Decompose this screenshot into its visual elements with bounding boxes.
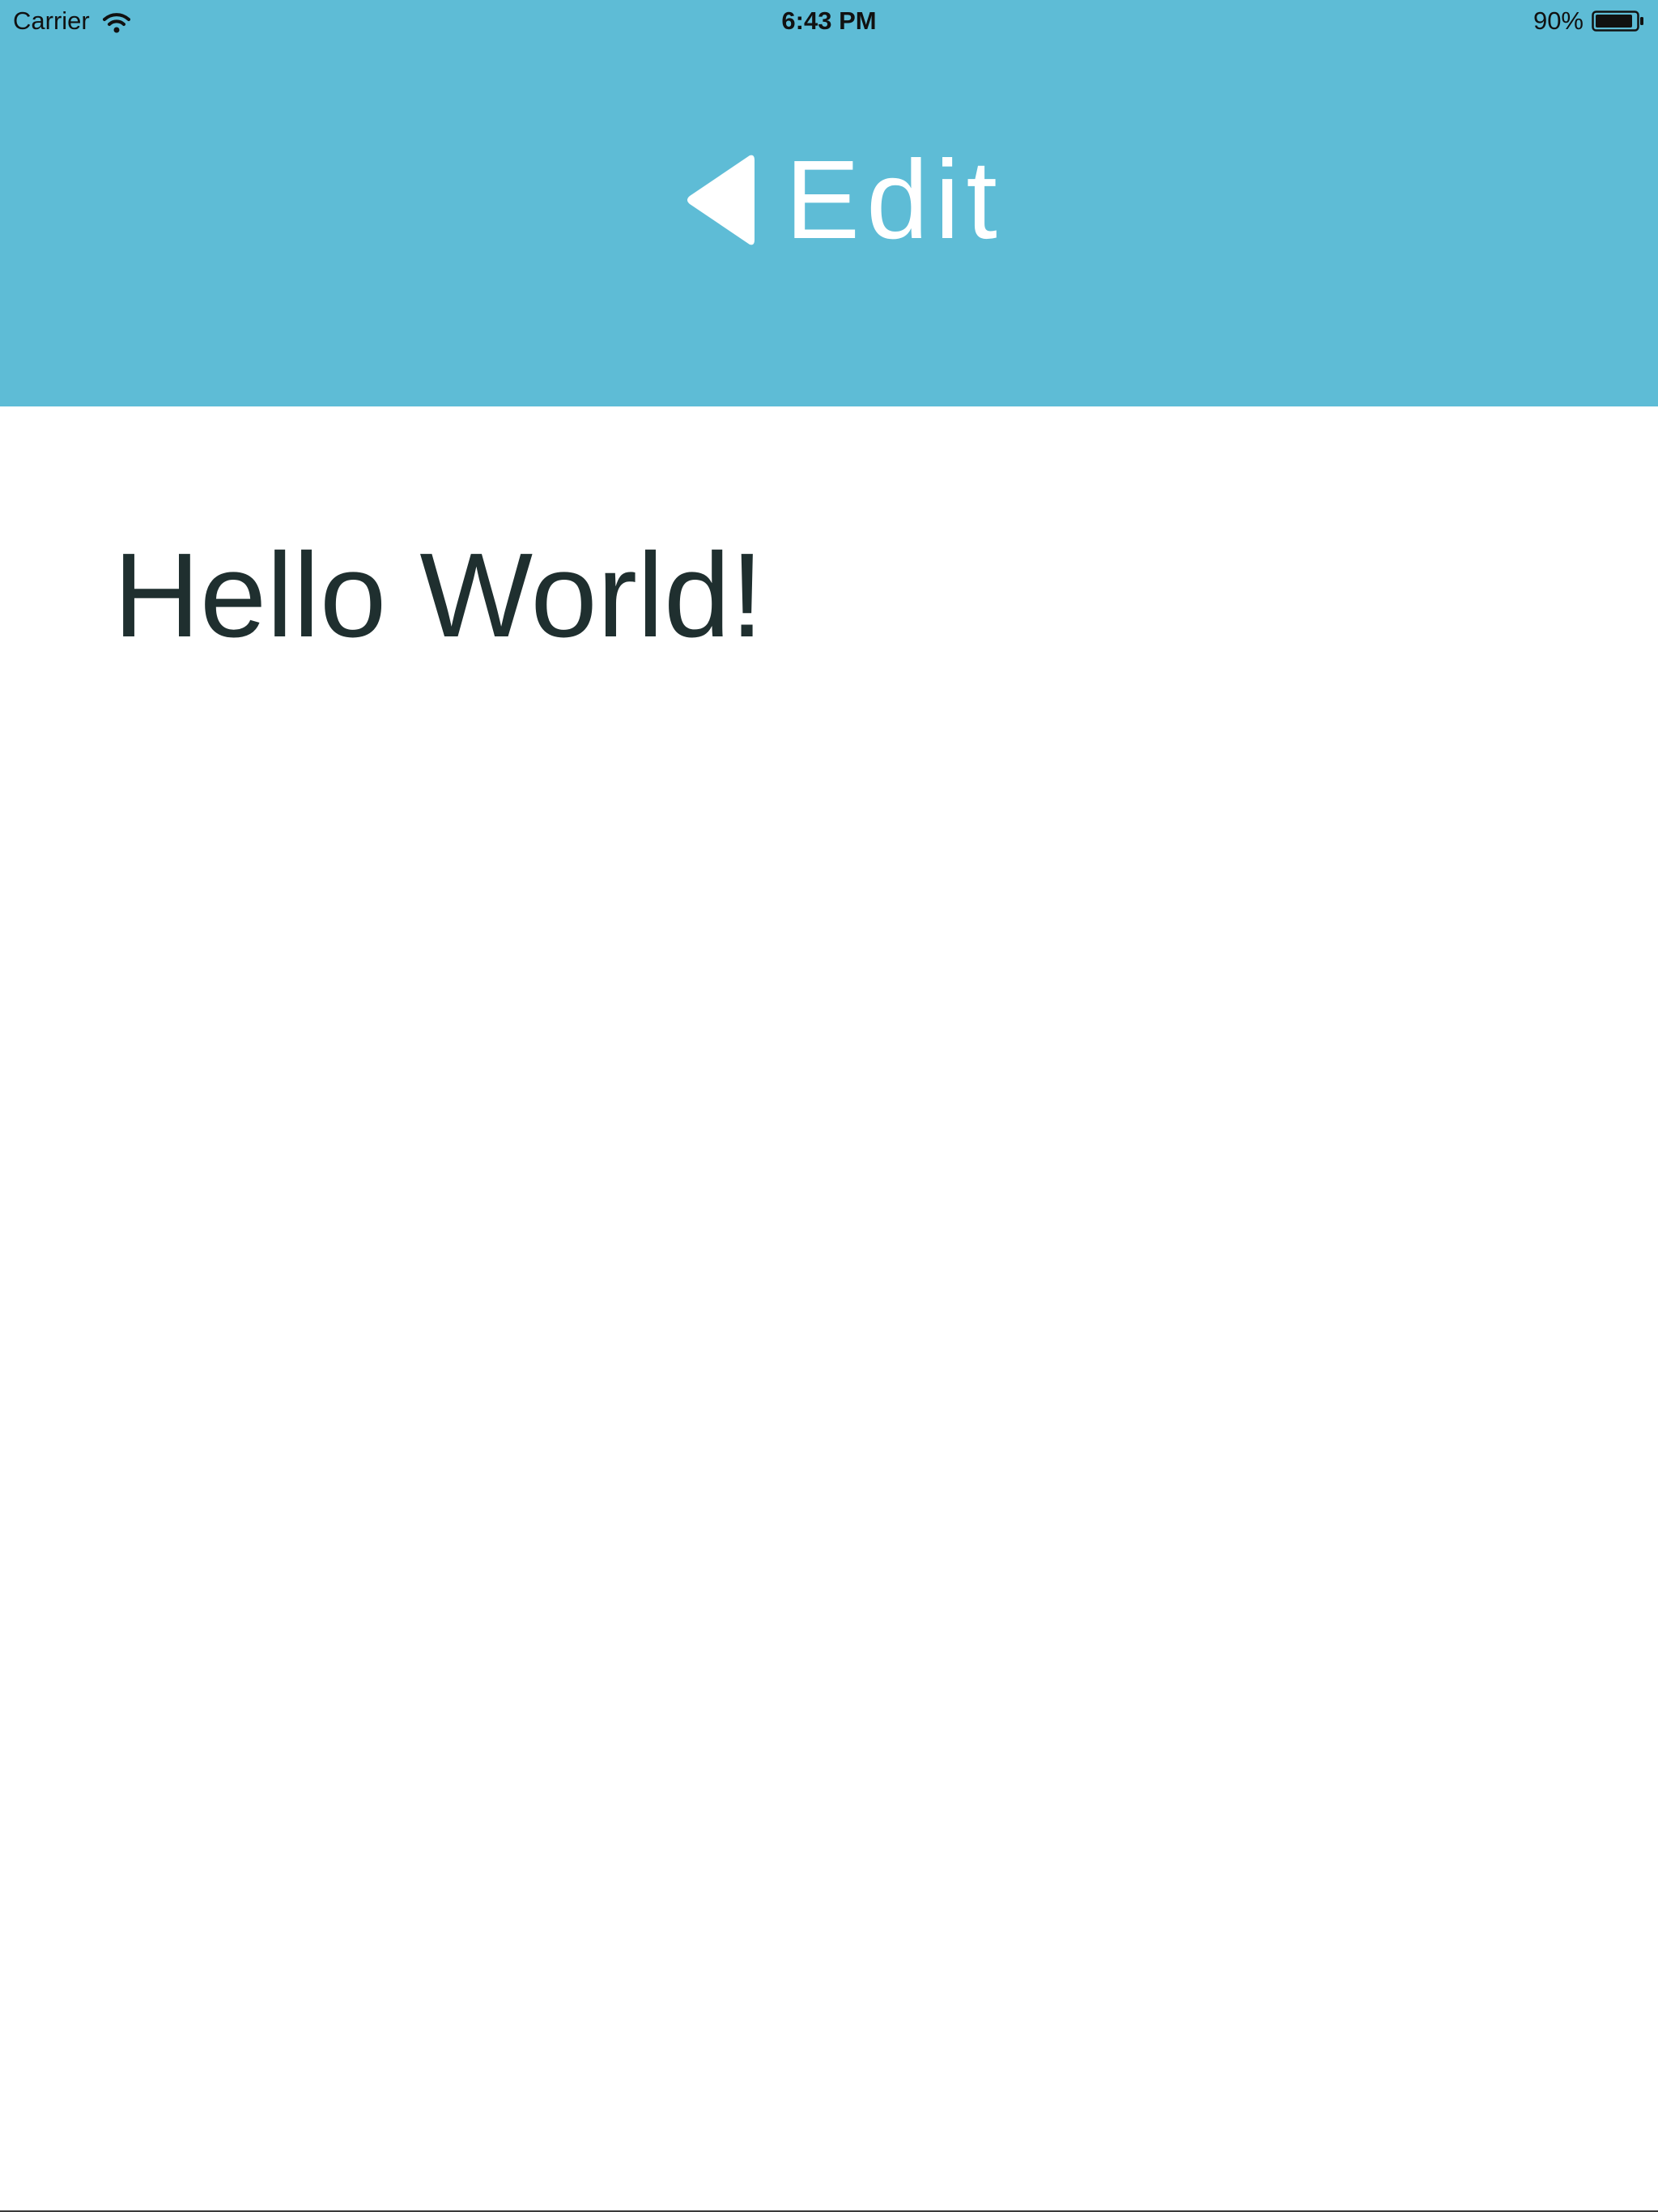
battery-percent-label: 90% (1533, 6, 1584, 35)
status-time: 6:43 PM (781, 6, 877, 35)
back-arrow-icon (685, 152, 756, 248)
battery-icon (1592, 10, 1645, 32)
header-bar: Carrier 6:43 PM 90% Edit (0, 0, 1658, 406)
edit-label: Edit (785, 138, 1004, 262)
greeting-heading: Hello World! (113, 529, 764, 662)
status-right-group: 90% (1533, 6, 1645, 36)
edit-back-button[interactable]: Edit (685, 138, 1004, 262)
status-bar: Carrier 6:43 PM 90% (0, 0, 1658, 45)
main-content: Hello World! (0, 406, 1658, 2212)
